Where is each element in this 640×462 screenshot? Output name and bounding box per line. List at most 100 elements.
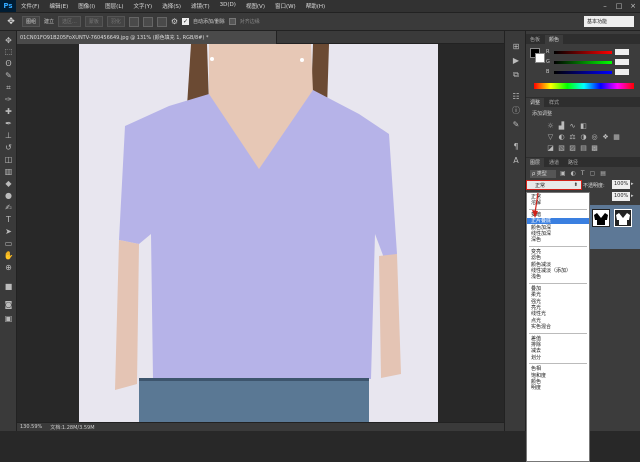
blend-mode-option[interactable]: 深色 xyxy=(527,237,589,243)
brightness-icon[interactable]: ☼ xyxy=(546,121,555,130)
lasso-tool-icon[interactable]: ʘ xyxy=(3,58,14,69)
pen-tool-icon[interactable]: ✍ xyxy=(3,202,14,213)
color-lookup-icon[interactable]: ▦ xyxy=(612,132,621,141)
menu-item[interactable]: 窗口(W) xyxy=(270,2,301,10)
marquee-tool-icon[interactable]: ⬚ xyxy=(3,46,14,57)
tab-adjustments[interactable]: 调整 xyxy=(526,97,545,107)
posterize-icon[interactable]: ▧ xyxy=(557,143,566,152)
gear-icon[interactable]: ⚙ xyxy=(171,17,178,26)
blend-mode-option[interactable]: 柔光 xyxy=(527,292,589,298)
blend-mode-option[interactable]: 差值 xyxy=(527,336,589,342)
levels-icon[interactable]: ▟ xyxy=(557,121,566,130)
menu-item[interactable]: 视图(V) xyxy=(241,2,270,10)
blur-tool-icon[interactable]: ◆ xyxy=(3,178,14,189)
feather-button[interactable]: 羽化 xyxy=(106,16,125,27)
heal-tool-icon[interactable]: ✚ xyxy=(3,106,14,117)
tab-color[interactable]: 颜色 xyxy=(545,34,564,44)
menu-item[interactable]: 图像(I) xyxy=(73,2,100,10)
tab-paths[interactable]: 路径 xyxy=(564,158,582,167)
shape-filter-icon[interactable]: ▢ xyxy=(590,170,596,178)
brush-panel-icon[interactable]: ✎ xyxy=(510,119,522,130)
menu-item[interactable]: 编辑(E) xyxy=(44,2,73,10)
stamp-tool-icon[interactable]: ⊥ xyxy=(3,130,14,141)
blend-mode-option[interactable]: 滤色 xyxy=(527,255,589,261)
photo-filter-icon[interactable]: ◎ xyxy=(590,132,599,141)
gradient-map-icon[interactable]: ▤ xyxy=(579,143,588,152)
threshold-icon[interactable]: ▨ xyxy=(568,143,577,152)
close-button[interactable]: × xyxy=(626,2,640,10)
workspace-select[interactable]: 基本功能 xyxy=(584,16,634,27)
history-brush-tool-icon[interactable]: ↺ xyxy=(3,142,14,153)
move-tool-icon[interactable]: ✥ xyxy=(4,16,18,28)
blend-mode-option[interactable]: 线性光 xyxy=(527,311,589,317)
color-spectrum[interactable] xyxy=(534,83,634,89)
curves-icon[interactable]: ∿ xyxy=(568,121,577,130)
blend-mode-option[interactable]: 颜色加深 xyxy=(527,225,589,231)
crop-tool-icon[interactable]: ⌗ xyxy=(3,82,14,93)
brush-tool-icon[interactable]: ✒ xyxy=(3,118,14,129)
mask-button[interactable]: 蒙板 xyxy=(84,16,103,27)
color-swatches-icon[interactable]: ■ xyxy=(3,281,14,292)
character-icon[interactable]: A xyxy=(510,155,522,166)
menu-item[interactable]: 选择(S) xyxy=(157,2,186,10)
path-arrange-icon[interactable] xyxy=(156,16,167,27)
blend-mode-select[interactable]: 正常 ⬍ xyxy=(526,180,582,190)
blend-mode-option[interactable]: 色相 xyxy=(527,366,589,372)
actions-icon[interactable]: ▶ xyxy=(510,55,522,66)
menu-item[interactable]: 滤镜(T) xyxy=(186,2,215,10)
layer-comps-icon[interactable]: ⧉ xyxy=(510,69,522,80)
minimize-button[interactable]: – xyxy=(598,2,612,10)
red-slider[interactable]: R xyxy=(546,49,632,55)
blend-mode-option[interactable]: 强光 xyxy=(527,299,589,305)
history-icon[interactable]: ⊞ xyxy=(510,41,522,52)
menu-item[interactable]: 图层(L) xyxy=(100,2,128,10)
quickmask-icon[interactable]: ◙ xyxy=(3,299,14,310)
path-align-icon[interactable] xyxy=(142,16,153,27)
selection-button[interactable]: 选区... xyxy=(58,16,81,27)
invert-icon[interactable]: ◪ xyxy=(546,143,555,152)
quick-select-tool-icon[interactable]: ✎ xyxy=(3,70,14,81)
move-tool-icon[interactable]: ✥ xyxy=(3,35,14,46)
background-color[interactable] xyxy=(535,53,545,63)
gradient-tool-icon[interactable]: ▥ xyxy=(3,166,14,177)
fill-chevron-icon[interactable]: ▸ xyxy=(631,193,634,199)
tab-layers[interactable]: 图层 xyxy=(526,157,545,167)
blend-mode-option[interactable]: 减去 xyxy=(527,348,589,354)
eraser-tool-icon[interactable]: ◫ xyxy=(3,154,14,165)
layer-select-dropdown[interactable]: 图组 xyxy=(22,16,41,27)
blend-mode-option[interactable]: 明度 xyxy=(527,385,589,391)
tab-styles[interactable]: 样式 xyxy=(545,98,563,107)
path-select-tool-icon[interactable]: ➤ xyxy=(3,226,14,237)
eyedropper-tool-icon[interactable]: ✑ xyxy=(3,94,14,105)
auto-add-checkbox[interactable]: ✓ xyxy=(182,18,190,25)
maximize-button[interactable]: □ xyxy=(612,2,626,10)
opacity-input[interactable]: 100% xyxy=(612,180,630,189)
tab-swatches[interactable]: 色板 xyxy=(526,35,544,44)
blend-mode-option[interactable]: 饱和度 xyxy=(527,373,589,379)
shape-tool-icon[interactable]: ▭ xyxy=(3,238,14,249)
blend-mode-option[interactable]: 浅色 xyxy=(527,274,589,280)
text-filter-icon[interactable]: T xyxy=(581,170,585,178)
info-icon[interactable]: ⓘ xyxy=(510,105,522,116)
fill-input[interactable]: 100% xyxy=(612,192,630,201)
path-ops-icon[interactable] xyxy=(128,16,139,27)
properties-icon[interactable]: ☷ xyxy=(510,91,522,102)
document-tab[interactable]: 01CN01FO91B205FoXUNTV-760456649.jpg @ 13… xyxy=(17,31,277,44)
channel-mixer-icon[interactable]: ❖ xyxy=(601,132,610,141)
green-slider[interactable]: G xyxy=(546,59,632,65)
opacity-chevron-icon[interactable]: ▸ xyxy=(631,181,634,187)
blend-mode-option[interactable]: 颜色减淡 xyxy=(527,262,589,268)
layer-filter-type[interactable]: ρ 类型 xyxy=(530,170,556,178)
selected-layer-row[interactable] xyxy=(590,205,640,249)
menu-item[interactable]: 文件(F) xyxy=(16,2,44,10)
zoom-tool-icon[interactable]: ⊕ xyxy=(3,262,14,273)
paragraph-icon[interactable]: ¶ xyxy=(510,141,522,152)
pixel-filter-icon[interactable]: ▣ xyxy=(560,170,566,178)
document-canvas[interactable] xyxy=(79,44,438,422)
screen-mode-icon[interactable]: ▣ xyxy=(3,313,14,324)
hand-tool-icon[interactable]: ✋ xyxy=(3,250,14,261)
hue-icon[interactable]: ◐ xyxy=(557,132,566,141)
vibrance-icon[interactable]: ▽ xyxy=(546,132,555,141)
blend-mode-option[interactable]: 实色混合 xyxy=(527,324,589,330)
black-white-icon[interactable]: ◑ xyxy=(579,132,588,141)
